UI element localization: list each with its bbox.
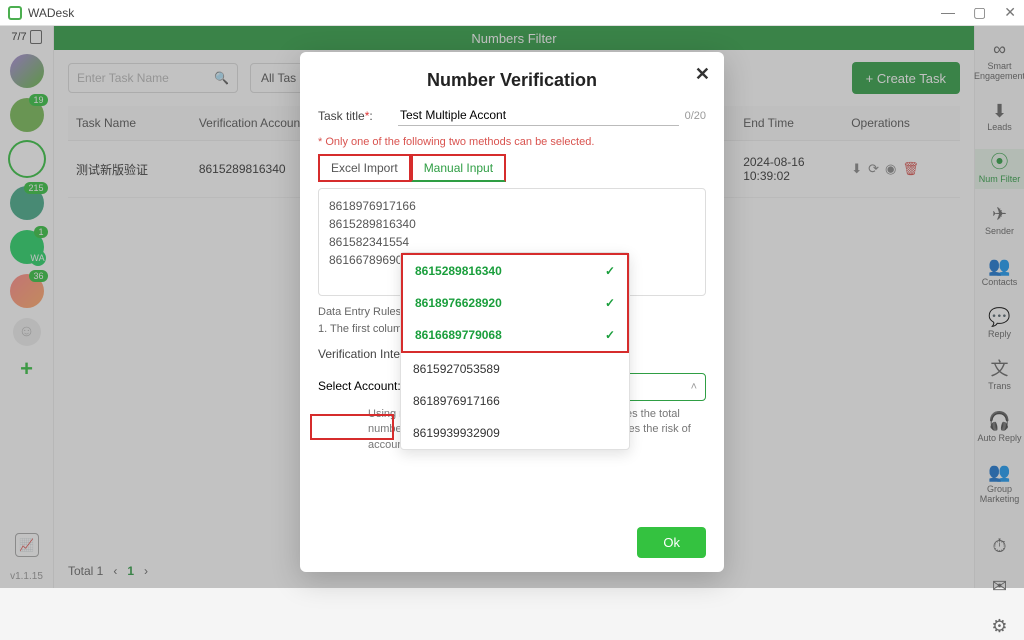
app-icon <box>8 6 22 20</box>
task-title-counter: 0/20 <box>685 110 706 122</box>
import-tabs: Excel Import Manual Input <box>318 154 706 182</box>
method-warning: * Only one of the following two methods … <box>318 136 706 148</box>
suggestion-item[interactable]: 8615927053589 <box>401 353 629 385</box>
modal-title: Number Verification <box>318 70 706 91</box>
chevron-up-icon: ˄ <box>691 381 697 393</box>
select-account-label: Select Account: <box>318 373 401 393</box>
close-modal-button[interactable]: ✕ <box>695 64 710 85</box>
app-title: WADesk <box>28 6 74 20</box>
task-title-label: Task title*: <box>318 109 398 123</box>
tab-excel-import[interactable]: Excel Import <box>318 154 411 182</box>
suggestion-item[interactable]: 8615289816340✓ <box>403 255 627 287</box>
check-icon: ✓ <box>605 328 615 342</box>
suggestion-item[interactable]: 8619939932909 <box>401 417 629 449</box>
ok-button[interactable]: Ok <box>637 527 706 558</box>
maximize-button[interactable]: ▢ <box>973 4 986 21</box>
tab-manual-input[interactable]: Manual Input <box>411 154 506 182</box>
nav-settings[interactable]: ⚙ <box>975 613 1024 640</box>
close-window-button[interactable]: ✕ <box>1004 4 1016 21</box>
suggestion-item[interactable]: 8616689779068✓ <box>403 319 627 351</box>
check-icon: ✓ <box>605 264 615 278</box>
minimize-button[interactable]: — <box>941 4 955 21</box>
check-icon: ✓ <box>605 296 615 310</box>
suggestion-item[interactable]: 8618976917166 <box>401 385 629 417</box>
task-title-input[interactable] <box>398 105 679 126</box>
window-titlebar: WADesk — ▢ ✕ <box>0 0 1024 26</box>
gear-icon: ⚙ <box>991 617 1007 637</box>
account-suggestion-dropdown: 8615289816340✓ 8618976628920✓ 8616689779… <box>400 252 630 450</box>
window-controls: — ▢ ✕ <box>941 4 1016 21</box>
suggestion-item[interactable]: 8618976628920✓ <box>403 287 627 319</box>
